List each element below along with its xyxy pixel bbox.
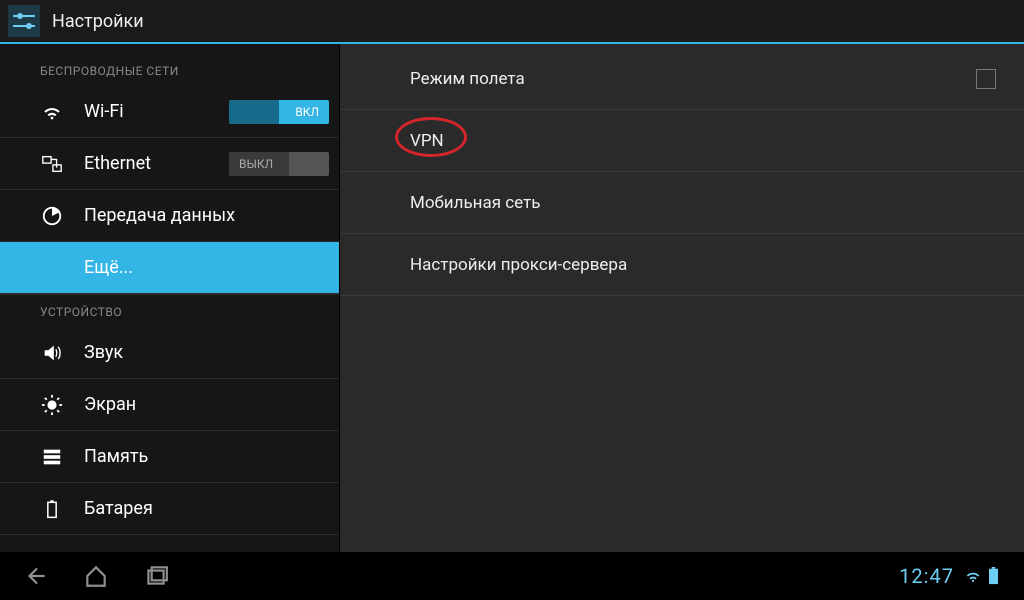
sidebar-item-label: Звук xyxy=(84,342,329,363)
content-item-label: Настройки прокси-сервера xyxy=(410,255,627,275)
sidebar-item-more[interactable]: Ещё... xyxy=(0,242,339,294)
sidebar-item-label: Передача данных xyxy=(84,205,329,226)
status-area[interactable]: 12:47 xyxy=(899,564,1016,588)
sidebar-item-ethernet[interactable]: Ethernet ВЫКЛ xyxy=(0,138,339,190)
sound-icon xyxy=(40,341,64,365)
display-icon xyxy=(40,393,64,417)
sidebar: БЕСПРОВОДНЫЕ СЕТИ Wi-Fi ВКЛ Ethernet ВЫК… xyxy=(0,44,340,552)
sidebar-item-label: Экран xyxy=(84,394,329,415)
sidebar-item-wifi[interactable]: Wi-Fi ВКЛ xyxy=(0,86,339,138)
sidebar-section-header-wireless: БЕСПРОВОДНЫЕ СЕТИ xyxy=(0,54,339,86)
sidebar-item-data-usage[interactable]: Передача данных xyxy=(0,190,339,242)
toggle-text: ВКЛ xyxy=(295,105,319,119)
sidebar-item-label: Память xyxy=(84,446,329,467)
action-bar-title: Настройки xyxy=(52,11,144,32)
action-bar: Настройки xyxy=(0,0,1024,44)
airplane-checkbox[interactable] xyxy=(976,69,996,89)
ethernet-toggle[interactable]: ВЫКЛ xyxy=(229,152,329,176)
system-nav-bar: 12:47 xyxy=(0,552,1024,600)
content-item-label: Режим полета xyxy=(410,69,525,89)
ethernet-icon xyxy=(40,152,64,176)
content-item-vpn[interactable]: VPN xyxy=(340,110,1024,172)
sidebar-item-battery[interactable]: Батарея xyxy=(0,483,339,535)
app-root: Настройки БЕСПРОВОДНЫЕ СЕТИ Wi-Fi ВКЛ Et… xyxy=(0,0,1024,600)
sidebar-item-label: Ethernet xyxy=(84,153,229,174)
home-button[interactable] xyxy=(80,560,112,592)
sidebar-item-label: Батарея xyxy=(84,498,329,519)
content-item-label: Мобильная сеть xyxy=(410,193,541,213)
content-item-mobile-network[interactable]: Мобильная сеть xyxy=(340,172,1024,234)
wifi-status-icon xyxy=(964,567,982,585)
toggle-text: ВЫКЛ xyxy=(239,157,273,171)
wifi-icon xyxy=(40,100,64,124)
content-panel: Режим полета VPN Мобильная сеть Настройк… xyxy=(340,44,1024,552)
sidebar-item-display[interactable]: Экран xyxy=(0,379,339,431)
wifi-toggle[interactable]: ВКЛ xyxy=(229,100,329,124)
data-usage-icon xyxy=(40,204,64,228)
storage-icon xyxy=(40,445,64,469)
nav-buttons xyxy=(8,560,172,592)
battery-status-icon xyxy=(988,567,1006,585)
content-item-label: VPN xyxy=(410,131,444,151)
content-item-proxy[interactable]: Настройки прокси-сервера xyxy=(340,234,1024,296)
status-clock: 12:47 xyxy=(899,564,954,588)
content-item-airplane[interactable]: Режим полета xyxy=(340,48,1024,110)
settings-app-icon xyxy=(8,5,40,37)
sidebar-section-header-device: УСТРОЙСТВО xyxy=(0,294,339,327)
sidebar-item-label: Ещё... xyxy=(84,257,329,278)
recents-button[interactable] xyxy=(140,560,172,592)
sidebar-item-sound[interactable]: Звук xyxy=(0,327,339,379)
body: БЕСПРОВОДНЫЕ СЕТИ Wi-Fi ВКЛ Ethernet ВЫК… xyxy=(0,44,1024,552)
battery-icon xyxy=(40,497,64,521)
blank-icon xyxy=(40,256,64,280)
back-button[interactable] xyxy=(20,560,52,592)
sidebar-item-storage[interactable]: Память xyxy=(0,431,339,483)
sidebar-item-label: Wi-Fi xyxy=(84,101,229,122)
